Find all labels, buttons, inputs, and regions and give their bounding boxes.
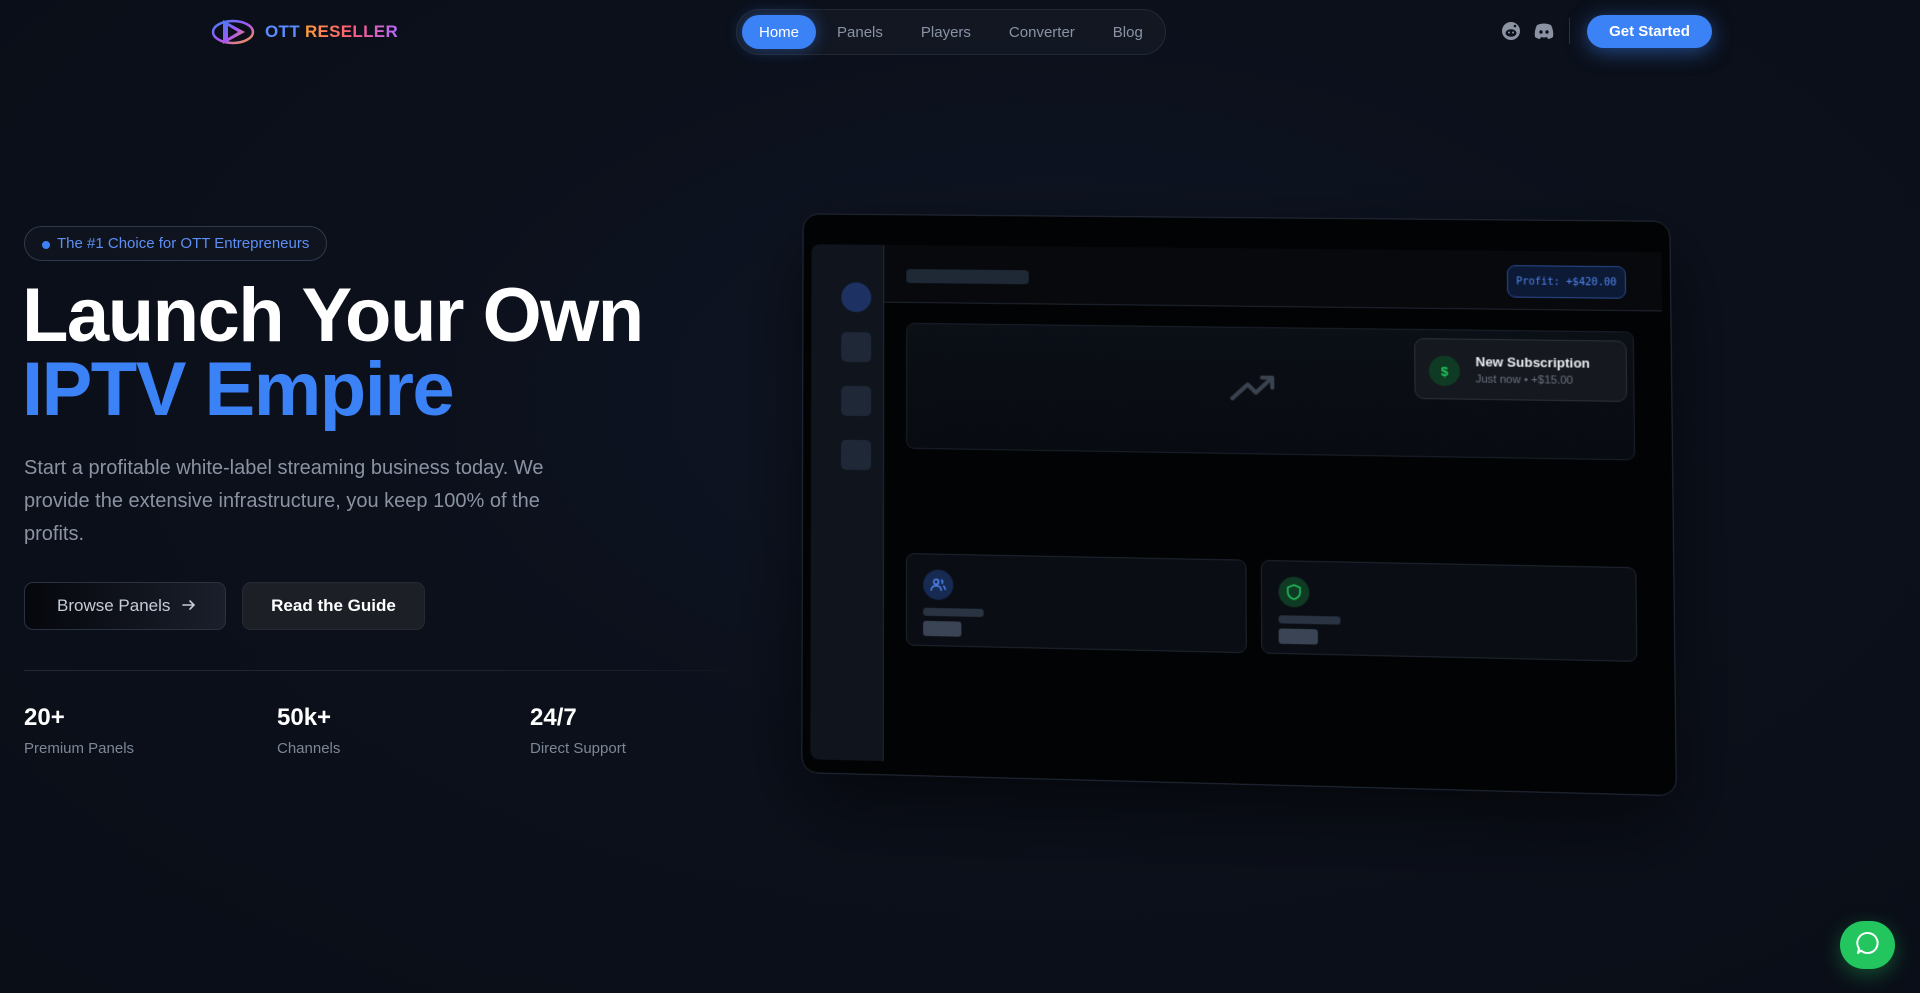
card-value-placeholder	[1278, 628, 1318, 645]
trending-up-icon	[1229, 372, 1278, 408]
dashboard-frame: Profit: +$420.00 $ New Subscription Just…	[801, 213, 1677, 797]
nav-converter[interactable]: Converter	[992, 15, 1092, 49]
dollar-icon: $	[1428, 355, 1461, 387]
main-nav: Home Panels Players Converter Blog	[736, 9, 1166, 55]
mockup-users-card	[905, 553, 1247, 654]
logo-text: OTT RESELLER	[265, 22, 399, 41]
stat-value: 20+	[24, 704, 65, 731]
stat-support: 24/7 Direct Support	[530, 704, 626, 757]
stat-panels: 20+ Premium Panels	[24, 704, 134, 757]
mockup-nav-item	[841, 385, 872, 417]
header-divider	[1569, 18, 1570, 44]
nav-panels[interactable]: Panels	[820, 15, 900, 49]
nav-blog[interactable]: Blog	[1096, 15, 1160, 49]
nav-players[interactable]: Players	[904, 15, 988, 49]
notification-card: $ New Subscription Just now • +$15.00	[1414, 338, 1628, 402]
browse-panels-label: Browse Panels	[57, 596, 171, 615]
mockup-security-card	[1260, 559, 1638, 662]
notification-title: New Subscription	[1475, 354, 1591, 371]
nav-home[interactable]: Home	[742, 15, 817, 49]
hero-title: Launch Your Own	[22, 273, 644, 358]
discord-icon[interactable]	[1532, 20, 1556, 42]
chat-bubble-icon	[1855, 930, 1881, 961]
mockup-sidebar	[810, 244, 885, 762]
stat-label: Direct Support	[530, 740, 626, 757]
chat-button[interactable]	[1840, 921, 1895, 969]
users-icon	[923, 569, 954, 601]
stat-value: 50k+	[277, 704, 332, 731]
hero-subtitle: Start a profitable white-label streaming…	[24, 457, 544, 545]
notification-subtitle: Just now • +$15.00	[1475, 373, 1574, 387]
profit-badge: Profit: +$420.00	[1506, 265, 1627, 299]
mockup-chart-panel: $ New Subscription Just now • +$15.00	[906, 322, 1636, 461]
hero-title-accent: IPTV Empire	[22, 347, 455, 432]
stat-label: Channels	[277, 740, 341, 757]
hero-badge: The #1 Choice for OTT Entrepreneurs	[24, 226, 328, 261]
logo[interactable]: OTT RESELLER	[209, 14, 398, 50]
mockup-avatar	[841, 282, 872, 313]
arrow-right-icon	[182, 596, 196, 616]
mockup-nav-item	[841, 331, 872, 363]
card-value-placeholder	[923, 620, 962, 637]
stat-value: 24/7	[530, 704, 577, 731]
dashboard-mockup: Profit: +$420.00 $ New Subscription Just…	[801, 212, 1677, 797]
mockup-title-placeholder	[906, 269, 1029, 285]
reddit-icon[interactable]	[1500, 20, 1522, 42]
get-started-button[interactable]: Get Started	[1587, 15, 1712, 48]
read-guide-button[interactable]: Read the Guide	[242, 582, 425, 630]
mockup-topbar: Profit: +$420.00	[884, 244, 1662, 312]
card-label-placeholder	[1278, 615, 1341, 625]
mockup-nav-item	[840, 439, 872, 471]
stat-channels: 50k+ Channels	[277, 704, 340, 757]
shield-icon	[1278, 576, 1310, 608]
stats-divider	[24, 670, 754, 671]
play-logo-icon	[209, 14, 259, 50]
stat-label: Premium Panels	[24, 740, 135, 757]
card-label-placeholder	[923, 607, 984, 618]
browse-panels-button[interactable]: Browse Panels	[24, 582, 226, 630]
